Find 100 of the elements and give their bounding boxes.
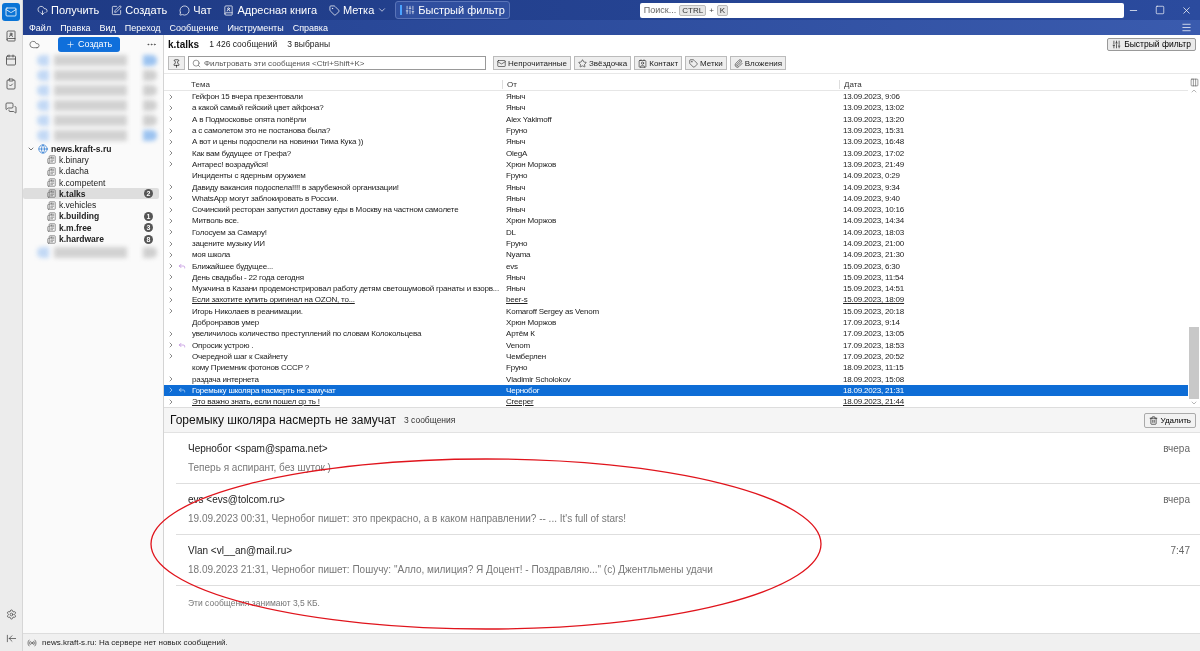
table-cell-text: Fpyнo xyxy=(505,363,529,373)
table-cell-text: 13.09.2023, 15:31 xyxy=(842,126,906,136)
menu-item[interactable]: Инструменты xyxy=(227,22,284,33)
table-cell-text: Инциденты с ядерным оружием xyxy=(191,171,306,181)
message-row[interactable]: День свадьбы - 22 года сегодня Яныч 15.09.2023, 11:54 xyxy=(164,271,1188,284)
message-snippet: 18.09.2023 21:31, Чернобог пишет: Пошучу: "Алло, милиция? Я Доцент! - Поздравляю..." (с) Джентльмены удачи xyxy=(188,564,714,576)
table-cell-text: Venom xyxy=(505,340,531,350)
table-cell-text: Fpyнo xyxy=(505,171,529,181)
toolbar-button[interactable]: Создать xyxy=(107,1,172,19)
toolbar-button[interactable]: Метка xyxy=(325,1,392,19)
toolbar-button[interactable]: Получить xyxy=(33,1,104,19)
table-cell-text: WhatsApp могут заблокировать в России. xyxy=(191,193,339,203)
message-row[interactable]: Голосуем за Самару! DL 14.09.2023, 18:03 xyxy=(164,226,1188,238)
new-message-button[interactable]: Создать xyxy=(58,36,121,52)
menu-item[interactable]: Правка xyxy=(60,22,91,33)
menu-icon[interactable] xyxy=(1181,22,1192,33)
menu-item[interactable]: Переход xyxy=(124,22,161,33)
folder-title: k.talks xyxy=(168,38,200,50)
table-cell-text: Митволь все. xyxy=(191,216,239,226)
message-row[interactable]: Горемыку школяра насмерть не замучат Чернобог 18.09.2023, 21:31 xyxy=(164,384,1188,396)
message-row[interactable]: кому Приемник фотонов СССР ? Fpyнo 18.09.2023, 11:15 xyxy=(164,362,1188,374)
message-row[interactable]: WhatsApp могут заблокировать в России. Яныч 14.09.2023, 9:40 xyxy=(164,192,1188,204)
menu-item[interactable]: Файл xyxy=(29,22,52,33)
close-icon[interactable] xyxy=(1181,4,1192,16)
folder-item[interactable]: k.binary xyxy=(23,154,159,166)
message-row[interactable]: Как вам будущее от Грефа? OlegA 13.09.2023, 17:02 xyxy=(164,147,1188,159)
column-header[interactable]: От xyxy=(502,79,839,89)
table-cell-text: 13.09.2023, 16:48 xyxy=(842,137,906,147)
table-cell-text: Nyama xyxy=(505,250,532,260)
menu-item[interactable]: Вид xyxy=(99,22,116,33)
maximize-icon[interactable] xyxy=(1155,4,1165,15)
toolbar-button[interactable]: Адресная книга xyxy=(219,1,322,19)
table-cell-text: Чемберлен xyxy=(505,351,548,361)
newspaper-icon xyxy=(47,178,56,188)
filter-button[interactable]: Непрочитанные xyxy=(493,56,571,70)
filter-button[interactable]: Звёздочка xyxy=(574,56,632,70)
folder-item[interactable]: k.competent xyxy=(23,176,159,189)
table-cell-text: Яныч xyxy=(505,92,527,102)
message-summary[interactable]: Vlan <vl__an@mail.ru> 7:47 18.09.2023 21:31, Чернобог пишет: Пошучу: "Алло, милиция? Я Доцент! - Поздравляю..." (с) Джентльмены удачи xyxy=(176,535,1200,587)
table-cell-text: 17.09.2023, 9:14 xyxy=(842,318,901,328)
settings-icon xyxy=(5,608,17,620)
column-picker-icon[interactable] xyxy=(1189,78,1199,87)
quick-filter-button[interactable]: Быстрый фильтр xyxy=(395,1,510,19)
message-row[interactable]: Антарес! возрадуйся! Хрюн Моржов 13.09.2023, 21:49 xyxy=(164,158,1188,171)
filter-button[interactable]: Контакт xyxy=(634,56,683,70)
message-row[interactable]: А в Подмосковье опята попёрли Alex Yakimoff 13.09.2023, 13:20 xyxy=(164,113,1188,125)
filter-button[interactable]: Метки xyxy=(685,56,727,70)
message-row[interactable]: а какой самый гейский цвет айфона? Яныч 13.09.2023, 13:02 xyxy=(164,102,1188,114)
message-row[interactable]: Игорь Николаев в реанимации. Komaroff Sergey as Venom 15.09.2023, 20:18 xyxy=(164,305,1188,317)
quick-filter-button[interactable]: Быстрый фильтр xyxy=(1107,37,1196,51)
table-cell-text: зацените музыку ИИ xyxy=(191,239,265,248)
message-row[interactable]: моя школа Nyama 14.09.2023, 21:30 xyxy=(164,249,1188,261)
message-row[interactable]: Инциденты с ядерным оружием Fpyнo 14.09.2023, 0:29 xyxy=(164,170,1188,182)
message-row[interactable]: А вот и цены подоспели на новинки Тима Кука )) Яныч 13.09.2023, 16:48 xyxy=(164,136,1188,148)
account-row[interactable]: news.kraft-s.ru xyxy=(23,143,159,155)
message-row[interactable]: зацените музыку ИИ Fpyнo 14.09.2023, 21:00 xyxy=(164,237,1188,250)
message-row[interactable]: Если захотите купить оригинал на OZON, то... beer-s 15.09.2023, 18:09 xyxy=(164,294,1188,306)
message-row[interactable]: Мужчина в Казани продемонстрировал работу детям светошумовой гранаты и взорв... Яныч 15.09.2023, 14:51 xyxy=(164,283,1188,295)
message-row[interactable]: Очередной шаг к Скайнету Чемберлен 17.09.2023, 20:52 xyxy=(164,350,1188,363)
folder-item[interactable]: k.vehicles xyxy=(23,199,159,211)
table-cell-text: Fpyнo xyxy=(505,126,529,136)
folder-item[interactable]: k.dacha xyxy=(23,165,159,177)
toolbar-button[interactable]: Чат xyxy=(175,1,216,19)
table-cell-text: а какой самый гейский цвет айфона? xyxy=(191,103,324,113)
newspaper-icon xyxy=(47,200,56,210)
table-cell-text: Это важно знать, если пошел ср ть ! xyxy=(191,397,320,407)
mail-tab[interactable] xyxy=(2,3,20,21)
table-cell-text: 13.09.2023, 13:20 xyxy=(842,114,906,124)
message-time: вчера xyxy=(1163,494,1190,506)
message-row[interactable]: Это важно знать, если пошел ср ть ! Creeper 18.09.2023, 21:44 xyxy=(164,396,1188,408)
marker-icon xyxy=(400,5,403,15)
delete-button[interactable]: Удалить xyxy=(1144,412,1196,428)
message-row[interactable]: а с самолетом это не постанова была? Fpyнo 13.09.2023, 15:31 xyxy=(164,124,1188,137)
message-row[interactable]: Сочинский ресторан запустил доставку еды в Москву на частном самолете Яныч 14.09.2023, 10:16 xyxy=(164,203,1188,216)
search-field[interactable]: Поиск... CTRL + K xyxy=(639,2,1124,18)
table-cell-text: Яныч xyxy=(505,137,527,147)
message-row[interactable]: Опросик устрою . Venom 17.09.2023, 18:53 xyxy=(164,339,1188,351)
message-row[interactable]: Митволь все. Хрюн Моржов 14.09.2023, 14:34 xyxy=(164,215,1188,227)
table-cell-text: Гейфон 15 вчера презентовали xyxy=(191,92,303,102)
table-cell-text: Яныч xyxy=(505,272,527,282)
scroll-up-icon[interactable] xyxy=(1190,87,1198,95)
newspaper-icon xyxy=(47,166,56,176)
message-row[interactable]: Давиду вакансия подоспела!!!! в зарубежной организации! Яныч 14.09.2023, 9:34 xyxy=(164,181,1188,193)
menu-item[interactable]: Справка xyxy=(292,22,328,33)
scrollbar-thumb[interactable] xyxy=(1189,327,1199,400)
message-row[interactable]: Добронравов умер Хрюн Моржов 17.09.2023, 9:14 xyxy=(164,316,1188,329)
column-header[interactable]: Тема xyxy=(164,79,502,89)
filter-field[interactable]: Фильтровать эти сообщения <Ctrl+Shift+K> xyxy=(188,56,486,70)
message-row[interactable]: Ближайшее будущее... evs 15.09.2023, 6:30 xyxy=(164,260,1188,272)
key-cap: K xyxy=(716,4,729,16)
message-row[interactable]: увеличилось количество преступлений по словам Колокольцева Артём К 17.09.2023, 13:05 xyxy=(164,328,1188,340)
message-row[interactable]: раздача интернета Vladimir Scholokov 18.09.2023, 15:08 xyxy=(164,373,1188,385)
pin-button[interactable] xyxy=(168,56,185,70)
menu-item[interactable]: Сообщение xyxy=(169,22,219,33)
filter-button[interactable]: Вложения xyxy=(729,56,787,70)
chat-tab[interactable] xyxy=(2,99,20,117)
table-cell-text: Как вам будущее от Грефа? xyxy=(191,148,291,158)
table-cell-text: Давиду вакансия подоспела!!!! в зарубежной организации! xyxy=(191,182,399,192)
table-cell-text: Сочинский ресторан запустил доставку еды в Москву на частном самолете xyxy=(191,205,459,215)
message-row[interactable]: Гейфон 15 вчера презентовали Яныч 13.09.2023, 9:06 xyxy=(164,91,1188,103)
